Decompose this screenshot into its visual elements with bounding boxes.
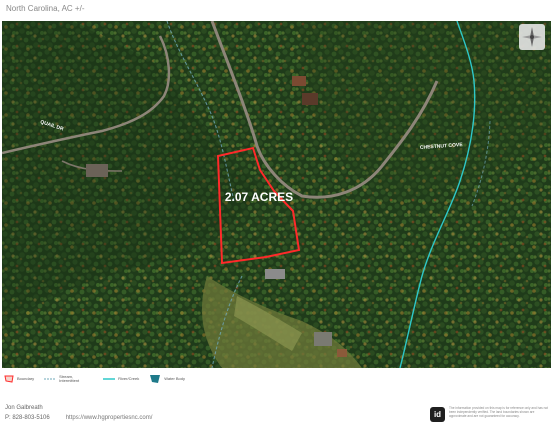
brand-logo: id xyxy=(430,407,445,422)
legend-label: Boundary xyxy=(17,375,35,381)
shed xyxy=(337,349,347,357)
legend-label: Stream, Intermittent xyxy=(59,373,80,383)
map-legend: Boundary Stream, Intermittent River/Cree… xyxy=(4,373,185,385)
legend-item-stream-intermittent: Stream, Intermittent xyxy=(44,373,93,384)
barn xyxy=(314,332,332,346)
map-view[interactable]: 2.07 ACRES QUAIL DR CHESTNUT COVE xyxy=(2,21,551,368)
legend-item-boundary: Boundary xyxy=(4,375,34,383)
location-title: North Carolina, AC +/- xyxy=(6,4,85,13)
page-header: North Carolina, AC +/- xyxy=(6,4,84,13)
legend-label: Water Body xyxy=(164,375,185,381)
agent-contact: P: 828-803-5106 https://www.hgproperties… xyxy=(5,415,152,421)
disclaimer-text: The information provided on this map is … xyxy=(449,406,549,418)
boundary-icon xyxy=(4,375,14,383)
house-north xyxy=(292,76,306,86)
legend-item-water-body: Water Body xyxy=(149,374,185,384)
stream-intermittent-icon xyxy=(44,378,57,380)
compass-rose-icon xyxy=(519,24,545,50)
agent-name: Jon Galbreath xyxy=(5,405,43,411)
legend-item-river-creek: River/Creek xyxy=(103,376,139,382)
agent-website-link[interactable]: https://www.hgpropertiesnc.com/ xyxy=(66,415,153,421)
acreage-label: 2.07 ACRES xyxy=(225,190,293,204)
map-svg: 2.07 ACRES QUAIL DR CHESTNUT COVE xyxy=(2,21,551,368)
house-west xyxy=(86,164,108,177)
agent-phone: P: 828-803-5106 xyxy=(5,415,50,421)
river-creek-icon xyxy=(103,378,116,380)
water-body-icon xyxy=(150,375,161,383)
house-north-2 xyxy=(302,93,318,105)
legend-label: River/Creek xyxy=(118,375,140,381)
house-south xyxy=(265,269,285,279)
